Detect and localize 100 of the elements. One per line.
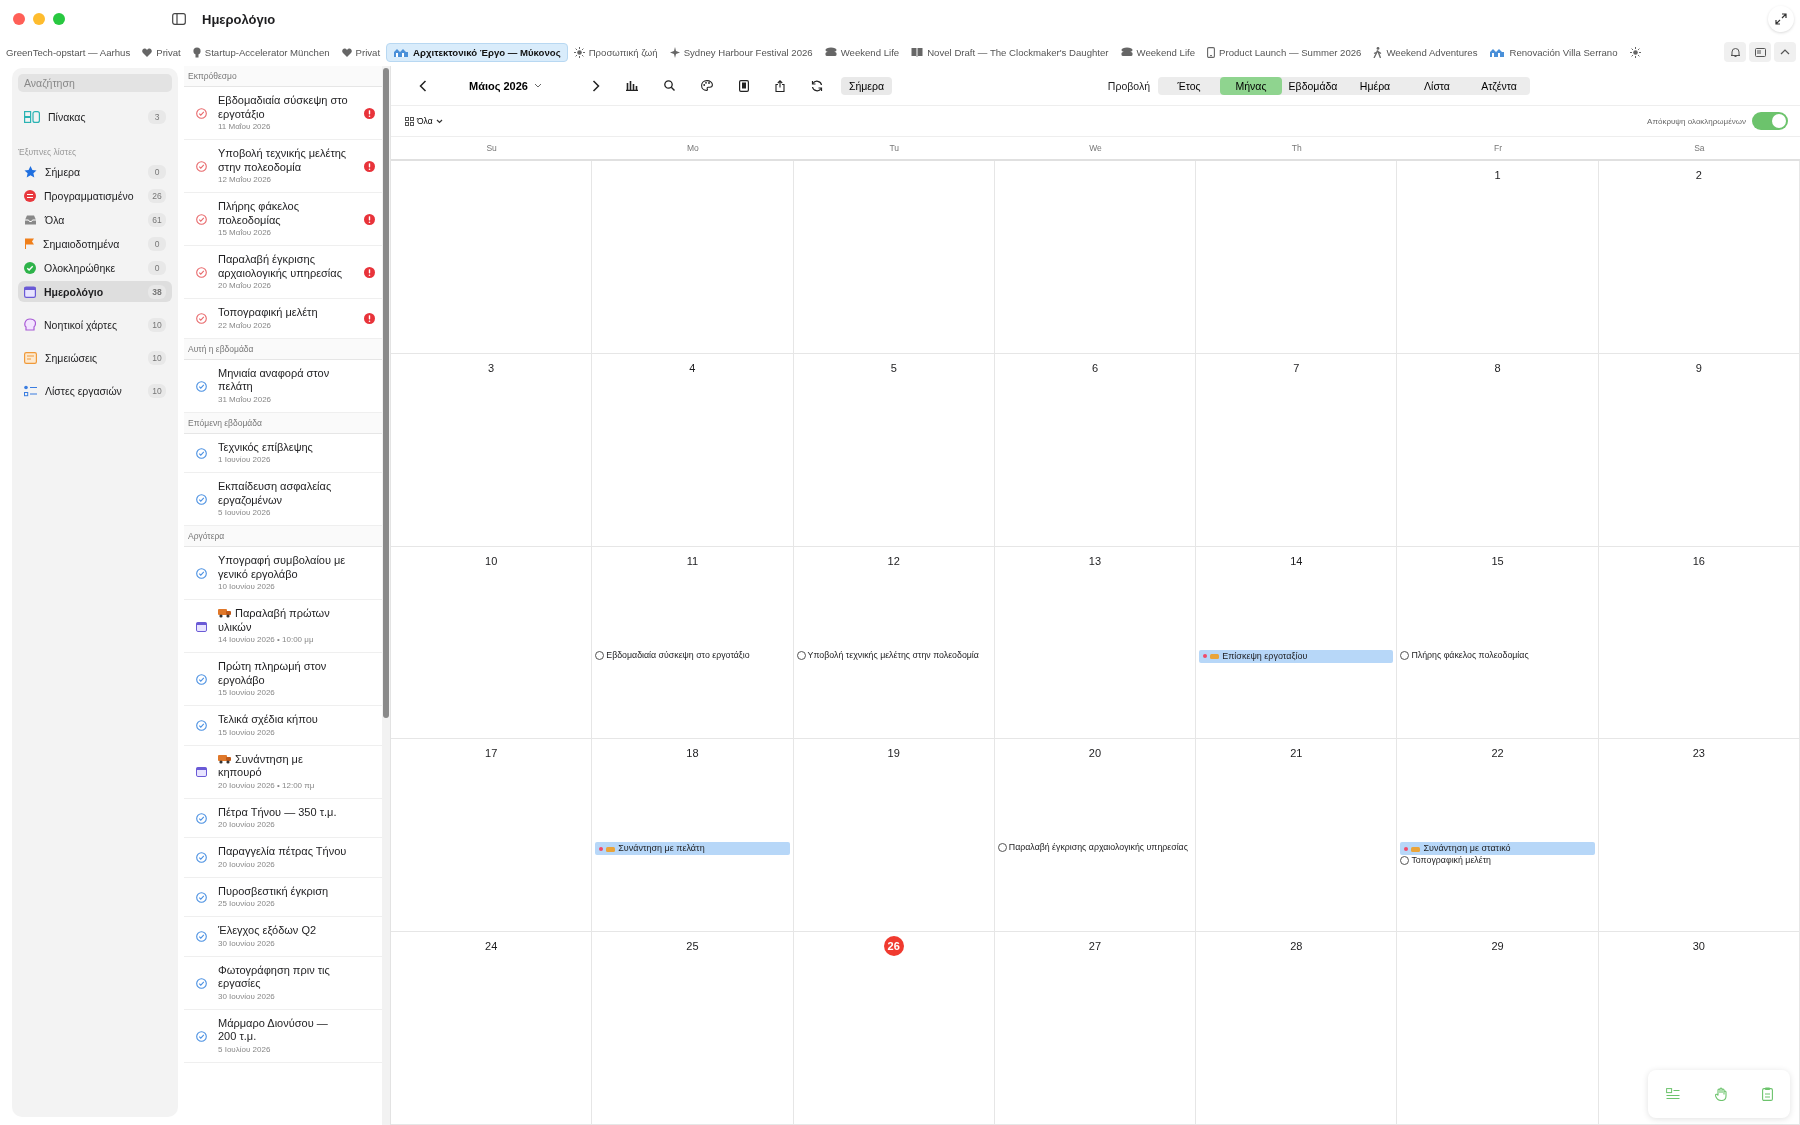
day-cell[interactable]: 4	[592, 353, 794, 547]
sidebar-item[interactable]: Προγραμματισμένο 26	[18, 185, 172, 206]
day-cell[interactable]: 8	[1397, 353, 1599, 547]
sidebar-item[interactable]: Πίνακας 3	[18, 106, 172, 127]
task-title[interactable]: Τοπογραφική μελέτη	[218, 306, 348, 320]
task-title[interactable]: Πυροσβεστική έγκριση	[218, 884, 348, 898]
day-cell[interactable]: 21	[1196, 739, 1398, 933]
task-title[interactable]: Πέτρα Τήνου — 350 τ.μ.	[218, 805, 348, 819]
task-title[interactable]: Τελικά σχέδια κήπου	[218, 713, 348, 727]
task-title[interactable]: Εκπαίδευση ασφαλείας εργαζομένων	[218, 480, 348, 507]
task-title[interactable]: Πλήρης φάκελος πολεοδομίας	[218, 200, 348, 227]
day-cell[interactable]: 22 Συνάντηση με στατικό Τοπογραφική μελέτη	[1397, 739, 1599, 933]
project-tab[interactable]: Startup-Accelerator München	[186, 43, 336, 61]
sidebar-item[interactable]: Νοητικοί χάρτες 10	[18, 314, 172, 335]
today-button[interactable]: Σήμερα	[840, 76, 893, 95]
task-title[interactable]: Μάρμαρο Διονύσου — 200 τ.μ.	[218, 1016, 348, 1044]
event-chip[interactable]: Συνάντηση με στατικό	[1400, 842, 1595, 856]
day-cell[interactable]: 26	[793, 932, 995, 1125]
day-cell[interactable]: 18 Συνάντηση με πελάτη	[592, 739, 794, 933]
day-cell[interactable]: 24	[391, 932, 593, 1125]
day-cell[interactable]: 28	[1196, 932, 1398, 1125]
project-tab[interactable]: Privat	[136, 43, 187, 61]
scrollbar-thumb[interactable]	[383, 68, 389, 718]
day-cell[interactable]: 6	[994, 353, 1197, 547]
project-tab[interactable]: Weekend Life	[818, 43, 906, 61]
day-cell[interactable]: 20 Παραλαβή έγκρισης αρχαιολογικής υπηρεσίας	[994, 739, 1197, 933]
project-tab[interactable]: Προσωπική ζωή	[567, 43, 664, 61]
project-tab[interactable]: Weekend Adventures	[1367, 43, 1484, 61]
project-tab[interactable]: Privat	[335, 43, 387, 61]
project-tab[interactable]: Αρχιτεκτονικό Έργο — Μύκονος	[386, 42, 568, 62]
day-cell[interactable]: 15 Πλήρης φάκελος πολεοδομίας	[1397, 546, 1599, 740]
task-chip[interactable]: Υποβολή τεχνικής μελέτης στην πολεοδομία	[796, 649, 991, 661]
task-title[interactable]: Συνάντηση με κηπουρό	[218, 752, 348, 780]
filter-dropdown[interactable]: Όλα	[405, 116, 443, 126]
day-cell[interactable]: 16	[1598, 546, 1800, 740]
day-cell[interactable]: 1	[1397, 161, 1599, 354]
project-tab[interactable]: Product Launch — Summer 2026	[1201, 43, 1368, 61]
search-field[interactable]: Αναζήτηση	[18, 74, 172, 92]
day-cell[interactable]: 5	[793, 353, 995, 547]
task-title[interactable]: Παραλαβή έγκρισης αρχαιολογικής υπηρεσίας	[218, 253, 348, 280]
day-cell[interactable]: 9	[1598, 353, 1800, 547]
phone-icon	[1207, 46, 1216, 58]
day-cell[interactable]: 12 Υποβολή τεχνικής μελέτης στην πολεοδομία	[793, 546, 995, 740]
view-tab[interactable]: Ημέρα	[1344, 76, 1406, 95]
task-date: 20 Ιουνίου 2026 • 12:00 πμ	[218, 779, 316, 792]
day-cell[interactable]: 11 Εβδομαδιαία σύσκεψη στο εργοτάξιο	[592, 546, 794, 740]
task-title[interactable]: Έλεγχος εξόδων Q2	[218, 924, 348, 938]
view-tab[interactable]: Ατζέντα	[1468, 76, 1530, 95]
day-cell[interactable]: 19	[793, 739, 995, 933]
day-cell[interactable]: 14 Επίσκεψη εργοταξίου	[1196, 546, 1398, 740]
task-title[interactable]: Μηνιαία αναφορά στον πελάτη	[218, 366, 348, 394]
sidebar-item[interactable]: Ημερολόγιο 38	[18, 281, 172, 302]
sidebar-item[interactable]: Σήμερα 0	[18, 161, 172, 182]
task-title[interactable]: Τεχνικός επίβλεψης	[218, 440, 348, 454]
notifications-button[interactable]	[1724, 42, 1746, 62]
sidebar-item[interactable]: Ολοκληρώθηκε 0	[18, 257, 172, 278]
day-cell[interactable]: 3	[391, 353, 593, 547]
close-button[interactable]	[13, 13, 25, 25]
task-title[interactable]: Φωτογράφηση πριν τις εργασίες	[218, 963, 348, 991]
hide-completed-toggle[interactable]	[1752, 112, 1788, 130]
task-chip[interactable]: Τοπογραφική μελέτη	[1400, 855, 1595, 867]
sidebar-item[interactable]: Όλα 61	[18, 209, 172, 230]
day-cell[interactable]: 13	[994, 546, 1197, 740]
project-tab[interactable]: Weekend Life	[1114, 43, 1202, 61]
task-title[interactable]: Παραγγελία πέτρας Τήνου	[218, 845, 348, 859]
expand-button[interactable]	[1768, 6, 1794, 32]
month-picker[interactable]: Μάιος 2026	[463, 78, 548, 93]
day-cell[interactable]: 10	[391, 546, 593, 740]
task-title[interactable]: Υπογραφή συμβολαίου με γενικό εργολάβο	[218, 554, 348, 581]
task-chip[interactable]: Εβδομαδιαία σύσκεψη στο εργοτάξιο	[595, 649, 790, 661]
task-title[interactable]: Πρώτη πληρωμή στον εργολάβο	[218, 660, 348, 687]
task-chip[interactable]: Παραλαβή έγκρισης αρχαιολογικής υπηρεσίας	[997, 842, 1193, 854]
task-title[interactable]: Υποβολή τεχνικής μελέτης στην πολεοδομία	[218, 147, 348, 174]
share-icon	[774, 79, 785, 92]
project-tab[interactable]: Renovación Villa Serrano	[1483, 43, 1624, 61]
task-chip[interactable]: Πλήρης φάκελος πολεοδομίας	[1400, 649, 1595, 661]
day-cell[interactable]: 27	[994, 932, 1197, 1125]
project-tab[interactable]: Novel Draft — The Clockmaker's Daughter	[905, 43, 1115, 61]
task-title[interactable]: Εβδομαδιαία σύσκεψη στο εργοτάξιο	[218, 94, 348, 121]
sidebar-toggle-icon[interactable]	[172, 13, 186, 25]
day-cell[interactable]: 25	[592, 932, 794, 1125]
clipboard-icon[interactable]	[1761, 1087, 1773, 1101]
day-cell[interactable]: 29	[1397, 932, 1599, 1125]
day-cell[interactable]: 17	[391, 739, 593, 933]
day-cell[interactable]: 7	[1196, 353, 1398, 547]
project-tab[interactable]: Sydney Harbour Festival 2026	[663, 43, 819, 61]
day-cell[interactable]: 2	[1598, 161, 1800, 354]
event-chip[interactable]: Συνάντηση με πελάτη	[595, 842, 790, 856]
day-cell[interactable]: 23	[1598, 739, 1800, 933]
project-tab[interactable]: GreenTech-opstart — Aarhus	[0, 43, 137, 61]
event-chip[interactable]: Επίσκεψη εργοταξίου	[1199, 649, 1394, 663]
view-tab[interactable]: Μήνας	[1220, 76, 1282, 95]
sidebar-item[interactable]: Σημαιοδοτημένα 0	[18, 233, 172, 254]
task-title[interactable]: Παραλαβή πρώτων υλικών	[218, 607, 348, 634]
view-tab[interactable]: Λίστα	[1406, 76, 1468, 95]
sidebar-item[interactable]: Λίστες εργασιών 10	[18, 380, 172, 401]
sidebar-item[interactable]: Σημειώσεις 10	[18, 347, 172, 368]
view-tab[interactable]: Έτος	[1158, 76, 1220, 95]
panel-button[interactable]	[1749, 42, 1771, 62]
view-tab[interactable]: Εβδομάδα	[1282, 76, 1344, 95]
